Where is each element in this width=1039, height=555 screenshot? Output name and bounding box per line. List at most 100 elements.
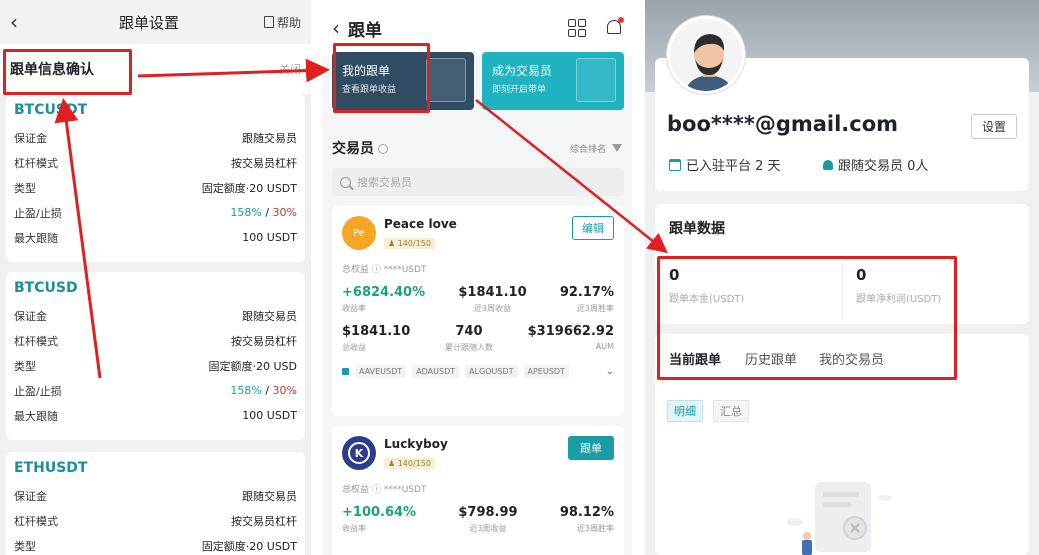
row-label: 杠杆模式 [14,334,58,348]
stop-loss: 30% [272,206,297,219]
top-bar: ‹ 跟单 [322,0,632,56]
back-icon[interactable]: ‹ [10,10,34,34]
edit-button[interactable]: 编辑 [572,216,614,240]
row-label: 最大跟随 [14,409,58,423]
filter-icon[interactable] [612,143,622,153]
row-label: 类型 [14,539,36,553]
row-label: 杠杆模式 [14,514,58,528]
follower-count-badge: ♟ 140/150 [384,237,435,249]
tab-history-copy[interactable]: 历史跟单 [745,349,797,368]
row-label: 类型 [14,359,36,373]
tab-current-copy[interactable]: 当前跟单 [669,349,721,368]
symbol-tag: AAVEUSDT [355,365,407,378]
trader-identity: K Luckyboy ♟ 140/150 [342,436,448,470]
symbol-tag: APEUSDT [523,365,569,378]
banner-decoration-icon [426,58,466,102]
confirm-title: 跟单信息确认 [10,62,94,78]
trader-card[interactable]: Pe Peace love ♟ 140/150 编辑 总权益 ⓘ ****USD… [332,206,624,416]
row-label: 保证金 [14,309,47,323]
setting-row: 止盈/止损 158% / 30% [14,378,297,403]
separator: / [265,384,270,397]
pair-name: ETHUSDT [14,460,88,476]
stat-item: 92.17% 近3周胜率 [559,285,614,313]
become-trader-banner[interactable]: 成为交易员 即刻开启带单 [482,52,624,110]
row-value: 跟随交易员 [242,489,297,503]
bell-icon[interactable] [606,17,624,37]
setting-row: 杠杆模式 按交易员杠杆 [14,150,297,175]
row-value: 固定额度·20 USDT [201,181,297,195]
back-icon[interactable]: ‹ [332,16,340,40]
info-icon[interactable] [378,143,388,154]
search-input[interactable]: 搜索交易员 [332,168,624,196]
close-button[interactable]: 关闭 [279,61,301,77]
stat-item: 98.12% 近3周胜率 [559,505,614,533]
pair-card: BTCUSD 保证金 跟随交易员 杠杆模式 按交易员杠杆 类型 固定额度·20 USD… [6,272,305,440]
settings-button[interactable]: 设置 [971,114,1018,139]
avatar: Pe [342,216,376,250]
sort-dropdown[interactable]: 综合排名 [570,142,622,155]
search-icon [340,176,351,188]
pair-name: BTCUSDT [14,102,88,118]
setting-row: 类型 固定额度·20 USDT [14,175,297,200]
my-copy-banner[interactable]: 我的跟单 查看跟单收益 [332,52,474,110]
stat-item: $1841.10 近3周收益 [458,285,527,313]
banner-decoration-icon [576,58,616,102]
empty-state-illustration-icon [787,482,892,555]
stat-item: +6824.40% 收益率 [342,285,426,313]
net-profit-label: 跟单净利润(USDT) [856,294,942,305]
row-value: 跟随交易员 [242,309,297,323]
pair-card: BTCUSDT 保证金 跟随交易员 杠杆模式 按交易员杠杆 类型 固定额度·20 US… [6,94,305,262]
help-label: 帮助 [276,15,301,30]
tab-my-traders[interactable]: 我的交易员 [819,349,884,368]
pair-name: BTCUSD [14,280,78,296]
stat-item: 740 累计跟随人数 [444,324,493,352]
separator: / [265,206,270,219]
copy-settings-screen: ‹ 跟单设置 帮助 跟单信息确认 关闭 BTCUSDT 保证金 跟随交易员 杠杆模… [0,0,311,555]
setting-row: 最大跟随 100 USDT [14,403,297,428]
document-icon [263,16,274,28]
subtab-detail[interactable]: 明细 [667,400,703,422]
row-value: 跟随交易员 [242,131,297,145]
trader-name: Luckyboy [384,436,448,451]
following-count: 跟随交易员 0人 [823,155,928,174]
row-label: 止盈/止损 [14,384,62,398]
confirm-header: 跟单信息确认 关闭 [0,44,311,94]
net-profit-value: 0 [856,266,867,284]
joined-days: 已入驻平台 2 天 [669,155,781,174]
tp-sl-value: 158% / 30% [230,206,297,219]
setting-row: 保证金 跟随交易员 [14,125,297,150]
setting-row: 杠杆模式 按交易员杠杆 [14,508,297,533]
setting-row: 止盈/止损 158% / 30% [14,200,297,225]
setting-row: 类型 固定额度·20 USD [14,353,297,378]
avatar: K [342,436,376,470]
trader-head: Pe Peace love ♟ 140/150 编辑 [342,216,614,250]
row-value: 固定额度·20 USDT [201,539,297,553]
trader-name: Peace love [384,216,457,231]
page-title: 跟单 [348,20,382,41]
row-value: 固定额度·20 USD [208,359,298,373]
search-placeholder: 搜索交易员 [357,176,412,189]
page-title: 跟单设置 [118,13,179,32]
row-value: 100 USDT [242,231,297,244]
stat-item: $319662.92 AUM [527,324,614,351]
trader-head: K Luckyboy ♟ 140/150 跟单 [342,436,614,470]
pair-card: ETHUSDT 保证金 跟随交易员 杠杆模式 按交易员杠杆 类型 固定额度·20 US… [6,452,305,555]
chevron-down-icon[interactable]: ⌄ [606,366,614,377]
principal-value: 0 [669,266,680,284]
trader-card[interactable]: K Luckyboy ♟ 140/150 跟单 总权益 ⓘ ****USDT +… [332,426,624,555]
row-value: 按交易员杠杆 [231,334,297,348]
stats-row: +6824.40% 收益率 $1841.10 近3周收益 92.17% 近3周胜率 [342,285,614,314]
traders-title: 交易员 [332,141,374,157]
sort-label: 综合排名 [569,144,606,155]
follower-count-badge: ♟ 140/150 [384,457,435,469]
divider [842,262,843,320]
row-value: 100 USDT [242,409,297,422]
grid-icon[interactable] [568,19,586,37]
symbol-tags: AAVEUSDT ADAUSDT ALGOUSDT APEUSDT ⌄ [342,365,614,378]
subtab-summary[interactable]: 汇总 [713,400,749,422]
help-button[interactable]: 帮助 [263,14,301,31]
follow-button[interactable]: 跟单 [568,436,614,460]
symbol-tag: ADAUSDT [412,365,460,378]
equity-label: 总权益 ⓘ ****USDT [342,265,427,275]
row-label: 最大跟随 [14,231,58,245]
